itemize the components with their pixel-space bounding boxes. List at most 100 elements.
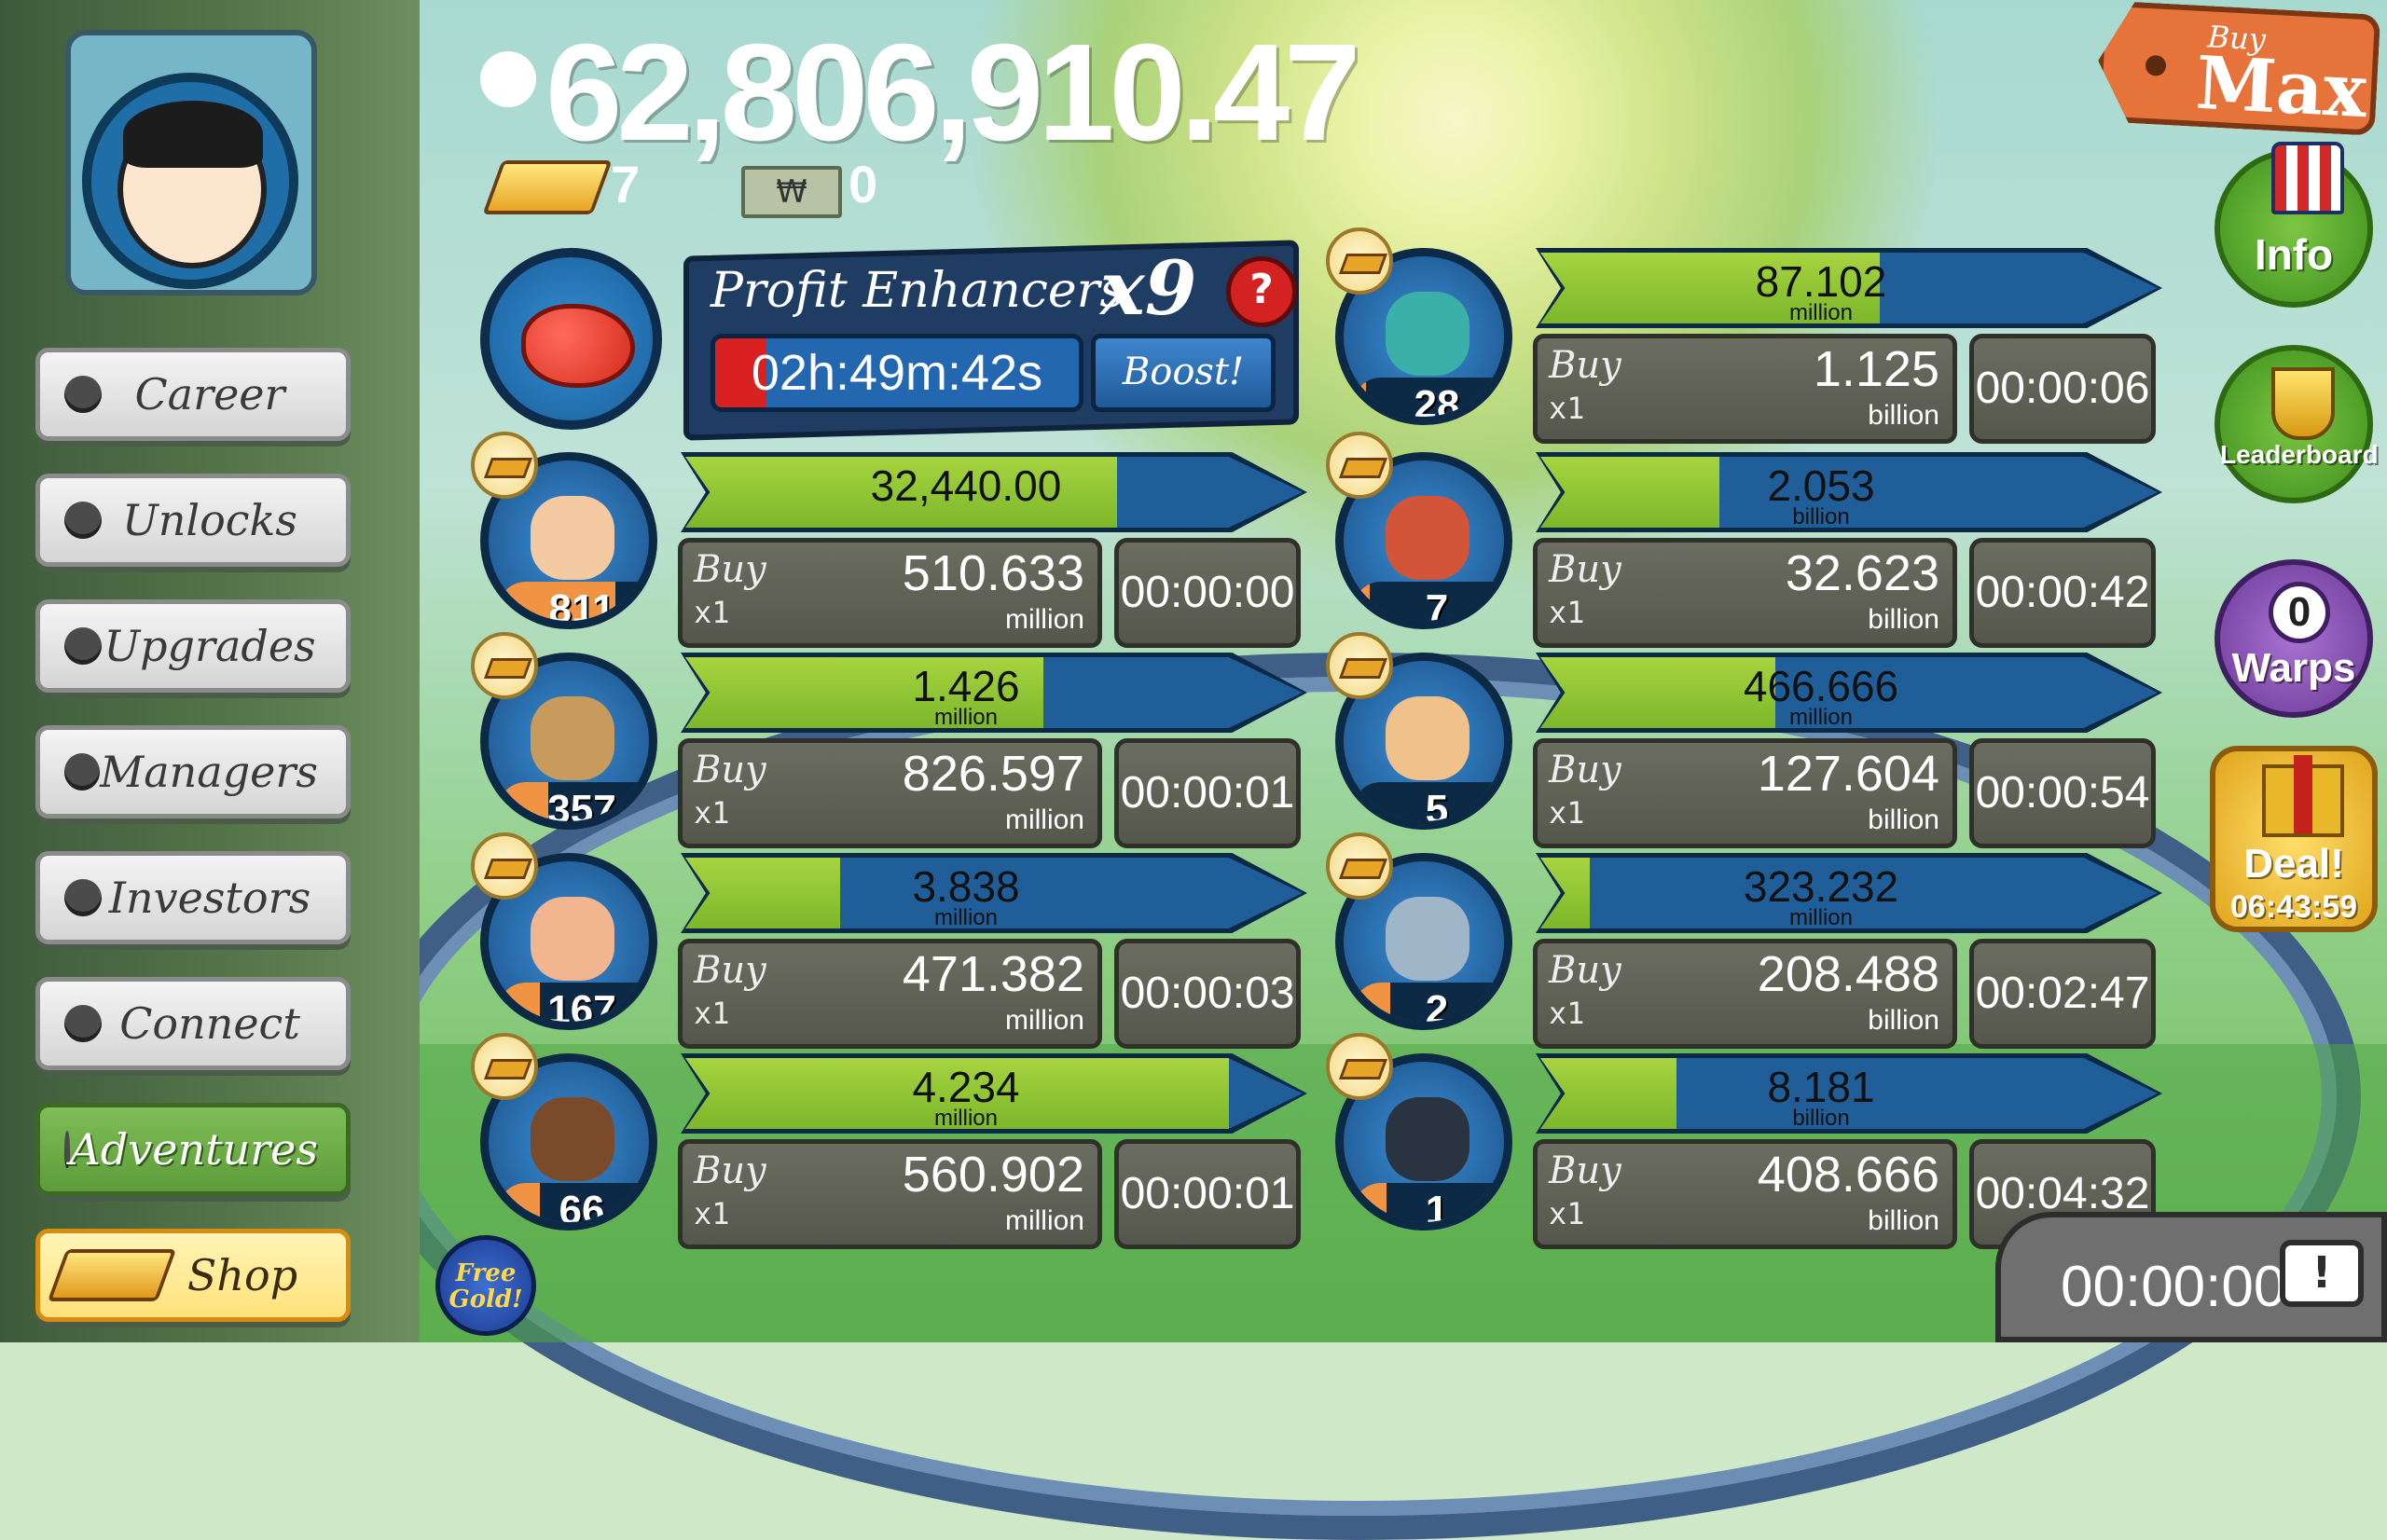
menu-unlocks-button[interactable]: Unlocks — [35, 474, 351, 567]
business-progress-bar[interactable]: 466.666 million — [1536, 653, 2162, 733]
buy-business-button[interactable]: Buy x1 826.597 million — [678, 738, 1102, 848]
progress-track: 4.234 million — [685, 1058, 1303, 1129]
buy-business-button[interactable]: Buy x1 208.488 billion — [1533, 939, 1957, 1049]
deal-timer: 06:43:59 — [2229, 889, 2358, 925]
business-count: 66 — [559, 1188, 605, 1231]
buy-multiplier: x1 — [694, 996, 730, 1031]
buy-max-button[interactable]: Buy Max — [2095, 0, 2380, 136]
business-card: 357 1.426 million Buy x1 826.597 million 00:00:… — [471, 632, 1319, 848]
business-count-bar: 28 — [1353, 378, 1504, 425]
business-timer: 00:00:01 — [1114, 738, 1301, 848]
menu-adventures-button[interactable]: Adventures — [35, 1103, 351, 1196]
free-gold-button[interactable]: Free Gold! — [435, 1235, 536, 1336]
menu-label: Adventures — [69, 1124, 318, 1175]
cardboard-knight-icon — [531, 696, 614, 780]
deal-button[interactable]: Deal! 06:43:59 — [2210, 746, 2378, 932]
profit-enhancer-badge[interactable] — [480, 248, 662, 430]
business-count: 28 — [1414, 382, 1460, 425]
business-timer: 00:00:01 — [1114, 1139, 1301, 1249]
profit-enhancer-timer: 02h:49m:42s — [711, 334, 1083, 412]
business-revenue: 2.053 — [1767, 461, 1875, 510]
business-revenue: 323.232 — [1743, 862, 1899, 911]
gold-coin-icon — [1326, 632, 1393, 699]
business-progress-bar[interactable]: 2.053 billion — [1536, 452, 2162, 532]
buy-multiplier: x1 — [694, 795, 730, 831]
business-progress-bar[interactable]: 4.234 million — [681, 1053, 1307, 1134]
warps-button[interactable]: 0 Warps — [2215, 559, 2373, 718]
business-cost-unit: billion — [1868, 400, 1939, 431]
info-button[interactable]: Info — [2215, 142, 2373, 308]
business-card: 66 4.234 million Buy x1 560.902 million 00:00:0… — [471, 1033, 1319, 1249]
business-cost: 826.597 — [902, 746, 1084, 802]
business-progress-bar[interactable]: 3.838 million — [681, 853, 1307, 933]
menu-investors-button[interactable]: Investors — [35, 851, 351, 944]
buy-label: Buy — [694, 749, 766, 791]
buy-business-button[interactable]: Buy x1 560.902 million — [678, 1139, 1102, 1249]
menu-connect-button[interactable]: Connect — [35, 977, 351, 1070]
buy-multiplier: x1 — [1549, 996, 1585, 1031]
buy-business-button[interactable]: Buy x1 32.623 billion — [1533, 538, 1957, 648]
leaderboard-button[interactable]: Leaderboard — [2215, 345, 2379, 503]
buy-business-button[interactable]: Buy x1 510.633 million — [678, 538, 1102, 648]
business-revenue-unit: million — [1788, 705, 1853, 729]
business-progress-bar[interactable]: 32,440.00 — [681, 452, 1307, 532]
buy-multiplier: x1 — [694, 1196, 730, 1231]
hotdog-vendor-icon — [1386, 696, 1469, 780]
top-hat-icon — [2271, 142, 2344, 214]
menu-label: Career — [134, 369, 285, 419]
buy-label: Buy — [1549, 1149, 1621, 1192]
menu-dot-icon — [64, 502, 102, 539]
menu-career-button[interactable]: Career — [35, 348, 351, 441]
boost-button[interactable]: Boost! — [1091, 334, 1276, 412]
menu-upgrades-button[interactable]: Upgrades — [35, 599, 351, 693]
business-cost: 32.623 — [1785, 545, 1939, 601]
buy-label: Buy — [1549, 344, 1621, 387]
business-revenue: 466.666 — [1743, 662, 1899, 710]
business-revenue-unit: million — [933, 1106, 998, 1130]
business-revenue: 87.102 — [1755, 257, 1887, 306]
buy-max-label: Max — [2193, 40, 2369, 135]
menu-label: Connect — [119, 998, 300, 1049]
tv-icon[interactable]: ! — [2280, 1240, 2364, 1307]
menu-managers-button[interactable]: Managers — [35, 725, 351, 818]
business-timer: 00:00:00 — [1114, 538, 1301, 648]
buy-label: Buy — [694, 1149, 766, 1192]
business-cost-unit: million — [1004, 604, 1084, 635]
gold-coin-icon — [1326, 1033, 1393, 1100]
business-cost: 471.382 — [902, 946, 1084, 1002]
business-progress-bar[interactable]: 323.232 million — [1536, 853, 2162, 933]
warps-label: Warps — [2231, 645, 2356, 691]
business-revenue-unit: million — [1788, 300, 1853, 324]
business-count: 2 — [1425, 987, 1449, 1030]
business-progress-bar[interactable]: 87.102 million — [1536, 248, 2162, 328]
moon-astronaut-icon — [1386, 897, 1469, 981]
business-count-bar: 1 — [1353, 1183, 1504, 1222]
buy-business-button[interactable]: Buy x1 471.382 million — [678, 939, 1102, 1049]
buy-business-button[interactable]: Buy x1 408.666 billion — [1533, 1139, 1957, 1249]
boxing-bear-icon — [531, 1097, 614, 1181]
business-card: 811 32,440.00 Buy x1 510.633 million 00:00:00 — [471, 432, 1319, 648]
business-progress-bar[interactable]: 8.181 billion — [1536, 1053, 2162, 1134]
help-button[interactable]: ? — [1226, 256, 1297, 327]
gold-bars-icon — [482, 160, 613, 214]
business-revenue: 4.234 — [912, 1063, 1020, 1111]
progress-track: 3.838 million — [685, 858, 1303, 928]
business-count: 5 — [1425, 787, 1449, 830]
buy-business-button[interactable]: Buy x1 127.604 billion — [1533, 738, 1957, 848]
shop-button[interactable]: Shop — [35, 1229, 351, 1322]
business-cost-unit: billion — [1868, 604, 1939, 635]
tv-ad-timer: 00:00:00 — [2061, 1255, 2286, 1319]
hair-icon — [123, 101, 263, 168]
business-revenue-unit: million — [1788, 905, 1853, 929]
deal-label: Deal! — [2243, 841, 2344, 887]
menu-dot-icon — [64, 753, 101, 791]
business-cost: 208.488 — [1757, 946, 1939, 1002]
buy-label: Buy — [1549, 949, 1621, 992]
player-avatar[interactable] — [65, 30, 317, 296]
buy-business-button[interactable]: Buy x1 1.125 billion — [1533, 334, 1957, 444]
buy-multiplier: x1 — [1549, 1196, 1585, 1231]
business-card: 7 2.053 billion Buy x1 32.623 billion 00:00:42 — [1326, 432, 2174, 648]
business-progress-bar[interactable]: 1.426 million — [681, 653, 1307, 733]
progress-track: 87.102 million — [1540, 253, 2158, 323]
menu-label: Investors — [108, 873, 311, 923]
